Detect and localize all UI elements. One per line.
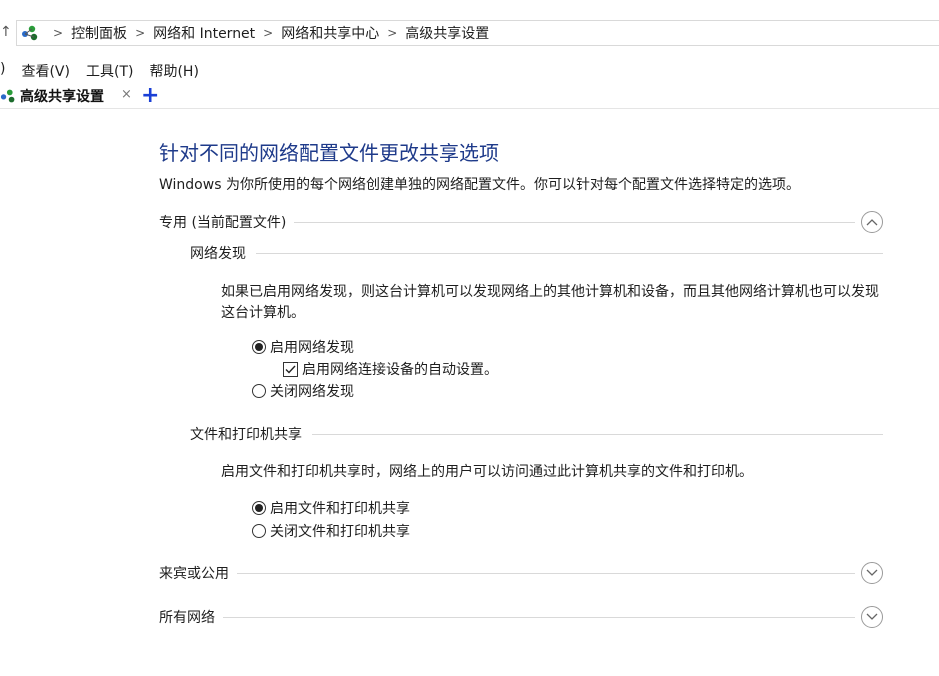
expand-chevron-down-icon[interactable]: [861, 562, 883, 584]
breadcrumb-network-internet[interactable]: 网络和 Internet: [153, 23, 255, 43]
radio-discovery-on-label: 启用网络发现: [270, 340, 354, 356]
section-guest-label: 来宾或公用: [159, 566, 229, 582]
radio-sharing-on-label: 启用文件和打印机共享: [270, 501, 410, 517]
file-printer-sharing-heading: 文件和打印机共享: [190, 427, 302, 443]
address-bar[interactable]: > 控制面板 > 网络和 Internet > 网络和共享中心 > 高级共享设置: [16, 20, 939, 46]
tab-close-icon[interactable]: ×: [121, 87, 132, 102]
radio-selected[interactable]: [252, 501, 266, 515]
breadcrumb-advanced-sharing[interactable]: 高级共享设置: [405, 23, 489, 43]
radio-unselected[interactable]: [252, 524, 266, 538]
section-private-label: 专用 (当前配置文件): [159, 215, 287, 231]
section-guest-public[interactable]: 来宾或公用: [159, 562, 883, 584]
menu-tools[interactable]: 工具(T): [86, 61, 133, 81]
menu-help[interactable]: 帮助(H): [149, 61, 198, 81]
divider: [223, 616, 855, 618]
page-title: 针对不同的网络配置文件更改共享选项: [159, 141, 499, 165]
divider: [256, 252, 883, 254]
menu-bar: ) 查看(V) 工具(T) 帮助(H): [0, 61, 215, 81]
collapse-chevron-up-icon[interactable]: [861, 211, 883, 233]
tab-bar: 高级共享设置 × +: [0, 83, 939, 109]
section-all-label: 所有网络: [159, 610, 215, 626]
radio-discovery-off-label: 关闭网络发现: [270, 384, 354, 400]
section-private[interactable]: 专用 (当前配置文件): [159, 211, 883, 233]
radio-sharing-off-label: 关闭文件和打印机共享: [270, 524, 410, 540]
expand-chevron-down-icon[interactable]: [861, 606, 883, 628]
network-discovery-heading: 网络发现: [190, 246, 246, 262]
file-printer-sharing-text: 启用文件和打印机共享时，网络上的用户可以访问通过此计算机共享的文件和打印机。: [221, 464, 753, 480]
radio-sharing-off[interactable]: 关闭文件和打印机共享: [252, 521, 410, 541]
breadcrumb-network-sharing-center[interactable]: 网络和共享中心: [281, 23, 379, 43]
breadcrumb-control-panel[interactable]: 控制面板: [71, 23, 127, 43]
up-arrow-icon[interactable]: ↑: [0, 24, 12, 40]
network-discovery-text: 如果已启用网络发现，则这台计算机可以发现网络上的其他计算机和设备，而且其他网络计…: [221, 284, 879, 321]
section-all-networks[interactable]: 所有网络: [159, 606, 883, 628]
new-tab-icon[interactable]: +: [141, 83, 159, 109]
checkbox-auto-setup[interactable]: 启用网络连接设备的自动设置。: [283, 359, 498, 379]
breadcrumb-separator-icon[interactable]: >: [53, 26, 63, 40]
radio-unselected[interactable]: [252, 384, 266, 398]
menu-clipped-paren: ): [0, 61, 6, 77]
checkbox-checked[interactable]: [283, 361, 298, 377]
divider: [294, 221, 855, 223]
network-icon: [22, 25, 38, 41]
menu-view[interactable]: 查看(V): [21, 61, 70, 81]
checkbox-auto-setup-label: 启用网络连接设备的自动设置。: [302, 362, 498, 378]
divider: [312, 433, 883, 435]
subsection-file-printer-sharing: 文件和打印机共享: [190, 424, 883, 444]
breadcrumb-separator-icon[interactable]: >: [263, 26, 273, 40]
divider: [237, 572, 855, 574]
page-description: Windows 为你所使用的每个网络创建单独的网络配置文件。你可以针对每个配置文…: [159, 177, 800, 193]
radio-selected[interactable]: [252, 340, 266, 354]
breadcrumb-separator-icon[interactable]: >: [135, 26, 145, 40]
radio-discovery-on[interactable]: 启用网络发现: [252, 337, 354, 357]
radio-discovery-off[interactable]: 关闭网络发现: [252, 381, 354, 401]
tab-advanced-sharing[interactable]: 高级共享设置: [0, 86, 104, 106]
subsection-network-discovery: 网络发现: [190, 243, 883, 263]
tab-label: 高级共享设置: [20, 89, 104, 105]
breadcrumb-separator-icon[interactable]: >: [387, 26, 397, 40]
radio-sharing-on[interactable]: 启用文件和打印机共享: [252, 498, 410, 518]
network-icon: [0, 89, 15, 103]
